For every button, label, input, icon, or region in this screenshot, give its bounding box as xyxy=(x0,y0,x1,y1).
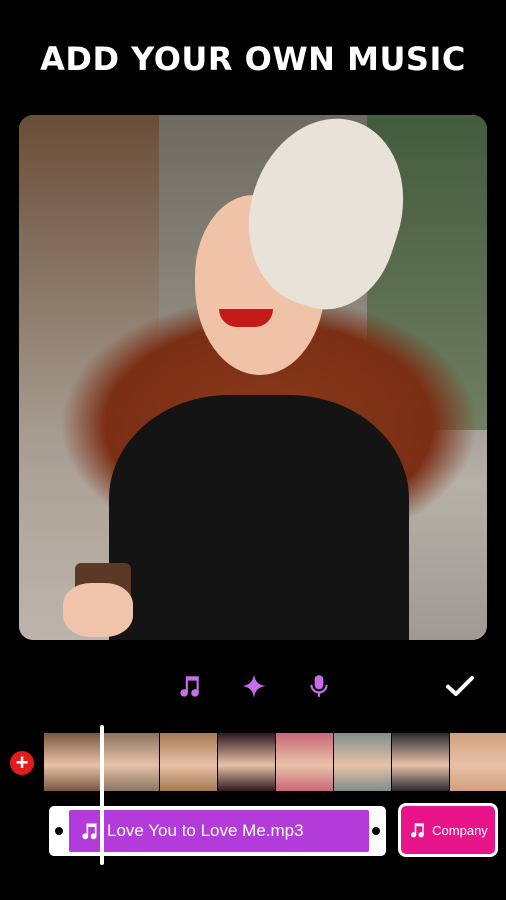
timeline-frame xyxy=(276,733,333,791)
timeline-frame xyxy=(102,733,159,791)
company-track-label: Company xyxy=(432,822,488,838)
track-start-handle[interactable] xyxy=(55,827,63,835)
checkmark-icon xyxy=(446,676,474,696)
music-note-icon xyxy=(82,823,97,840)
microphone-icon xyxy=(310,675,328,697)
music-track-clip[interactable]: Love You to Love Me.mp3 xyxy=(69,810,369,852)
timeline-frame xyxy=(218,733,275,791)
page-title: ADD YOUR OWN MUSIC xyxy=(40,40,466,78)
add-clip-button[interactable]: + xyxy=(10,751,34,775)
timeline-frame xyxy=(450,733,506,791)
timeline-frame xyxy=(160,733,217,791)
company-track[interactable]: Company xyxy=(398,803,498,857)
music-file-name: Love You to Love Me.mp3 xyxy=(107,821,304,840)
timeline-frame xyxy=(334,733,391,791)
record-voice-button[interactable] xyxy=(301,668,337,704)
music-note-icon xyxy=(180,676,199,697)
sparkle-icon xyxy=(242,674,266,698)
preview-body xyxy=(109,395,409,640)
timeline-frame xyxy=(44,733,101,791)
music-tool-button[interactable] xyxy=(171,668,207,704)
playhead[interactable] xyxy=(100,725,104,865)
track-end-handle[interactable] xyxy=(372,827,380,835)
confirm-button[interactable] xyxy=(442,668,478,704)
video-preview[interactable] xyxy=(19,115,487,640)
music-note-icon xyxy=(411,823,424,838)
video-frames-strip[interactable] xyxy=(44,733,506,791)
effects-tool-button[interactable] xyxy=(236,668,272,704)
edit-toolbar xyxy=(0,668,506,704)
preview-hand xyxy=(63,583,133,637)
timeline-frame xyxy=(392,733,449,791)
